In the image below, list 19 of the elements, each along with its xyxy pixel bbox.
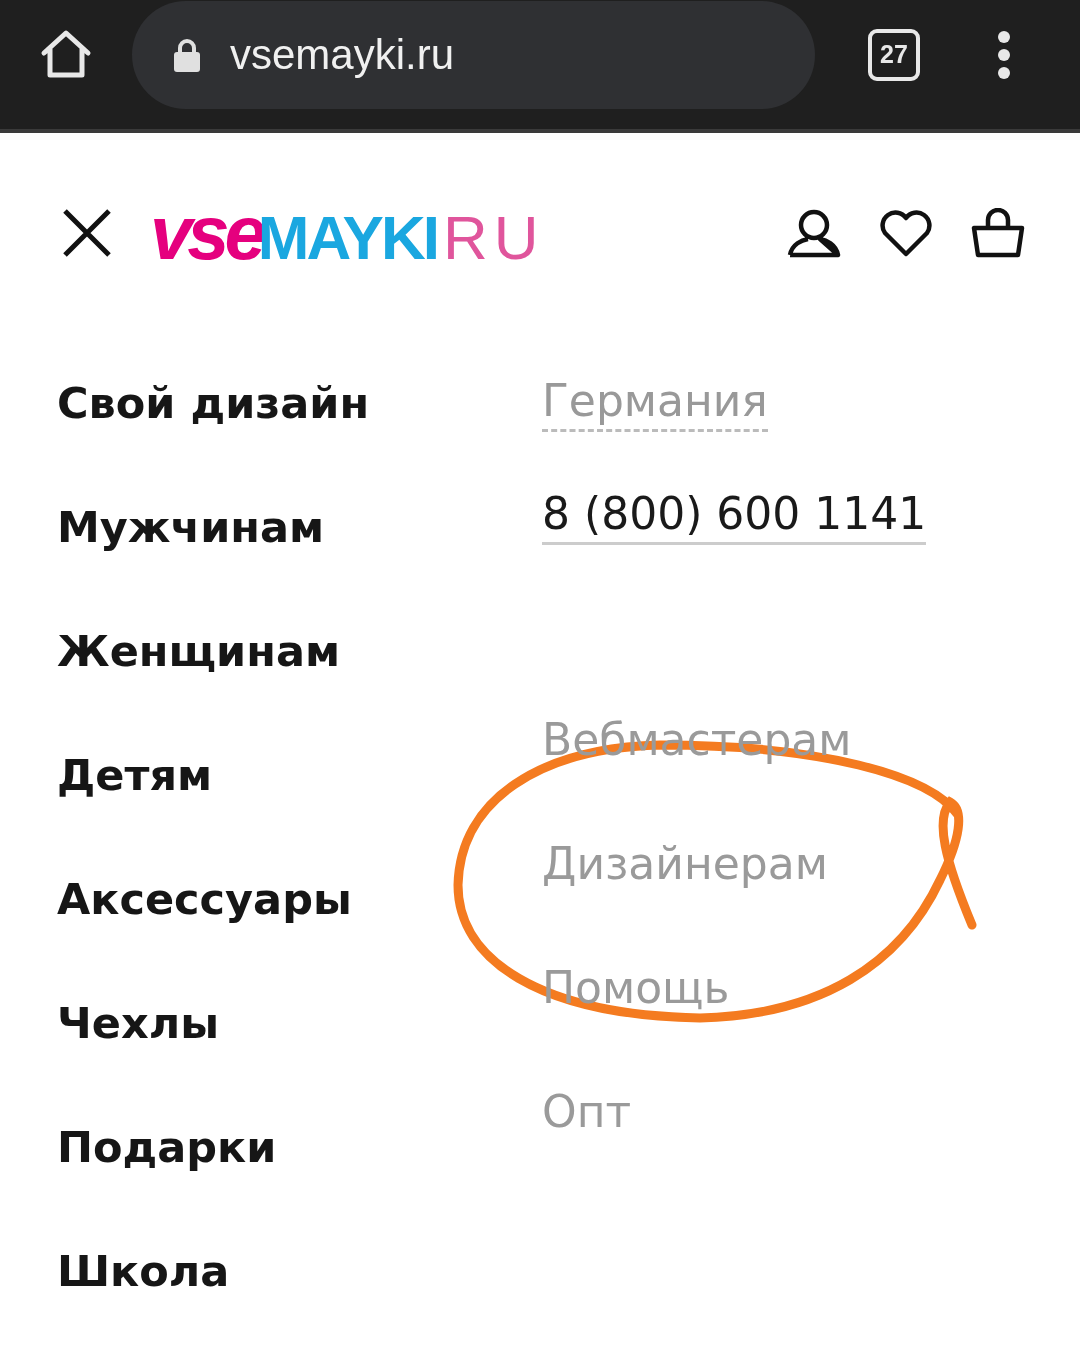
address-bar[interactable]: vsemayki.ru <box>132 0 815 109</box>
tab-count-button[interactable]: 27 <box>868 28 920 81</box>
menu-item[interactable]: Свой дизайн <box>57 373 542 497</box>
menu-item[interactable]: Женщинам <box>57 621 542 745</box>
menu-item[interactable]: Школа <box>57 1241 542 1353</box>
menu-item[interactable]: Аксессуары <box>57 869 542 993</box>
phone-link[interactable]: 8 (800) 600 1141 <box>542 486 927 545</box>
menu-item[interactable]: Подарки <box>57 1117 542 1241</box>
menu-item[interactable]: Чехлы <box>57 993 542 1117</box>
close-icon[interactable] <box>62 208 112 258</box>
menu-icon[interactable] <box>997 29 1011 80</box>
shopping-bag-icon[interactable] <box>970 208 1026 258</box>
home-icon[interactable] <box>40 28 92 81</box>
user-icon[interactable] <box>786 208 842 258</box>
heart-icon[interactable] <box>878 208 934 258</box>
menu-item[interactable]: Мужчинам <box>57 497 542 621</box>
lock-icon <box>172 37 202 72</box>
logo[interactable]: vseMAYKIRU <box>150 195 545 271</box>
menu-item[interactable]: Детям <box>57 745 542 869</box>
